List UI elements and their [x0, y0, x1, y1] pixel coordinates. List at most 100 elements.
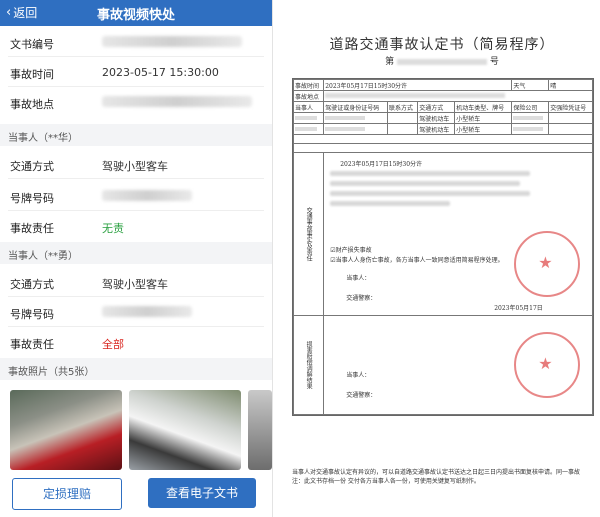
accident-time-label: 事故时间: [10, 68, 54, 81]
liability-label: 事故责任: [10, 222, 54, 235]
divider: [8, 86, 264, 87]
cell: [511, 112, 550, 124]
document-footer: 当事人对交通事故认定有异议的，可以自道路交通事故认定书送达之日起三日内提出书面复…: [292, 468, 592, 486]
mobile-app-panel: ‹ 返回 事故视频快处 文书编号 事故时间 2023-05-17 15:30:0…: [0, 0, 273, 517]
party-sign: 当事人：: [346, 372, 371, 379]
redacted: [295, 126, 317, 131]
doc-number-redacted: [102, 36, 242, 47]
place-redacted: [325, 92, 506, 98]
star-icon: ★: [538, 354, 553, 373]
party-sign: 当事人：: [346, 275, 371, 282]
cell: 小型轿车: [454, 123, 513, 135]
header-cell: 当事人: [292, 101, 325, 113]
cell: 小型轿车: [454, 112, 513, 124]
redacted: [325, 126, 366, 131]
cell: [548, 123, 593, 135]
document-number-redacted: [397, 58, 487, 65]
official-seal: ★: [514, 231, 581, 297]
cell: [387, 123, 419, 135]
plate-redacted: [102, 190, 192, 201]
fact-loss: ☑财产损失事故: [330, 247, 372, 254]
divider: [8, 56, 264, 57]
header-cell: 驾驶证或身份证号码: [323, 101, 389, 113]
party2-header: 当事人（**勇）: [0, 242, 272, 264]
redacted: [513, 115, 544, 120]
accident-place-row: 事故地点: [0, 88, 272, 124]
document-number-prefix: 第: [385, 57, 395, 67]
party2-liability-row: 事故责任 全部: [0, 328, 272, 356]
party2-header-label: 当事人（**勇）: [8, 251, 78, 262]
doc-number-label: 文书编号: [10, 38, 54, 51]
divider: [8, 178, 264, 179]
document-number-suffix: 号: [489, 57, 499, 67]
party1-plate-row: 号牌号码: [0, 182, 272, 210]
header-cell: 保险公司: [511, 101, 550, 113]
transport-value: 驾驶小型客车: [102, 278, 168, 291]
accident-place-label: 事故地点: [10, 98, 54, 111]
redacted: [325, 115, 366, 120]
divider: [8, 326, 264, 327]
accident-certificate: 道路交通事故认定书（简易程序） 第 号 事故时间 2023年05月17日15时3…: [284, 0, 600, 517]
police-sign: 交通警察：: [346, 295, 377, 302]
plate-redacted: [102, 306, 192, 317]
facts-cell: 2023年05月17日15时30分许 ☑财产损失事故 ☑当事人人身伤亡事故，各方…: [323, 152, 593, 316]
cell: 驾驶机动车: [417, 112, 456, 124]
doc-number-row: 文书编号: [0, 28, 272, 56]
party1-liability-row: 事故责任 无责: [0, 212, 272, 240]
redacted-line: [330, 171, 531, 176]
star-icon: ★: [538, 253, 553, 272]
divider: [8, 296, 264, 297]
view-document-button[interactable]: 查看电子文书: [148, 478, 256, 508]
party1-header-label: 当事人（**华）: [8, 133, 78, 144]
cell: [292, 112, 325, 124]
document-title: 道路交通事故认定书（简易程序）: [329, 37, 555, 53]
photos-header: 事故照片（共5张）: [0, 358, 272, 380]
plate-label: 号牌号码: [10, 192, 54, 205]
mediation-side-label: 损害赔偿调解结果: [292, 315, 325, 415]
accident-photo[interactable]: [10, 390, 122, 470]
divider: [8, 210, 264, 211]
accident-photo[interactable]: [248, 390, 272, 470]
redacted-line: [330, 201, 451, 206]
cell: [511, 123, 550, 135]
party1-header: 当事人（**华）: [0, 124, 272, 146]
cell: 2023年05月17日15时30分许: [323, 79, 513, 91]
cell: [323, 123, 389, 135]
fact-date: 2023年05月17日15时30分许: [340, 161, 423, 168]
party1-transport-row: 交通方式 驾驶小型客车: [0, 150, 272, 178]
accident-time-value: 2023-05-17 15:30:00: [102, 66, 219, 79]
liability-label: 事故责任: [10, 338, 54, 351]
cell: [387, 112, 419, 124]
fact-line: ☑当事人人身伤亡事故，各方当事人一致同意适用简易程序处理。: [330, 257, 504, 264]
cell: 天气: [511, 79, 550, 91]
accident-photo[interactable]: [129, 390, 241, 470]
cell: [293, 134, 593, 144]
header-cell: 机动车类型、牌号: [454, 101, 513, 113]
plate-label: 号牌号码: [10, 308, 54, 321]
header-cell: 交强险凭证号: [548, 101, 593, 113]
redacted: [513, 126, 544, 131]
redacted-line: [330, 191, 531, 196]
cell: [292, 123, 325, 135]
mediation-cell: 当事人： 交通警察： ★: [323, 315, 593, 415]
cell: 事故时间: [292, 79, 325, 91]
party2-transport-row: 交通方式 驾驶小型客车: [0, 268, 272, 296]
cell: [323, 112, 389, 124]
accident-time-row: 事故时间 2023-05-17 15:30:00: [0, 58, 272, 86]
party2-plate-row: 号牌号码: [0, 298, 272, 326]
claim-button[interactable]: 定损理赔: [12, 478, 122, 510]
liability-value: 无责: [102, 222, 124, 235]
cell: 驾驶机动车: [417, 123, 456, 135]
facts-side-label: 交通事故事实及责任: [292, 152, 325, 316]
cell: 事故地点: [292, 90, 325, 102]
sign-date: 2023年05月17日: [494, 305, 543, 312]
redacted: [295, 115, 317, 120]
certificate-table: 事故时间 2023年05月17日15时30分许 天气 晴 事故地点 当事人 驾驶…: [292, 78, 594, 416]
cell: [323, 90, 593, 102]
liability-value: 全部: [102, 338, 124, 351]
accident-place-redacted: [102, 96, 252, 107]
cell: [293, 143, 593, 153]
transport-value: 驾驶小型客车: [102, 160, 168, 173]
footer-note: 当事人对交通事故认定有异议的，可以自道路交通事故认定书送达之日起三日内提出书面复…: [292, 469, 581, 476]
official-seal: ★: [514, 332, 581, 398]
